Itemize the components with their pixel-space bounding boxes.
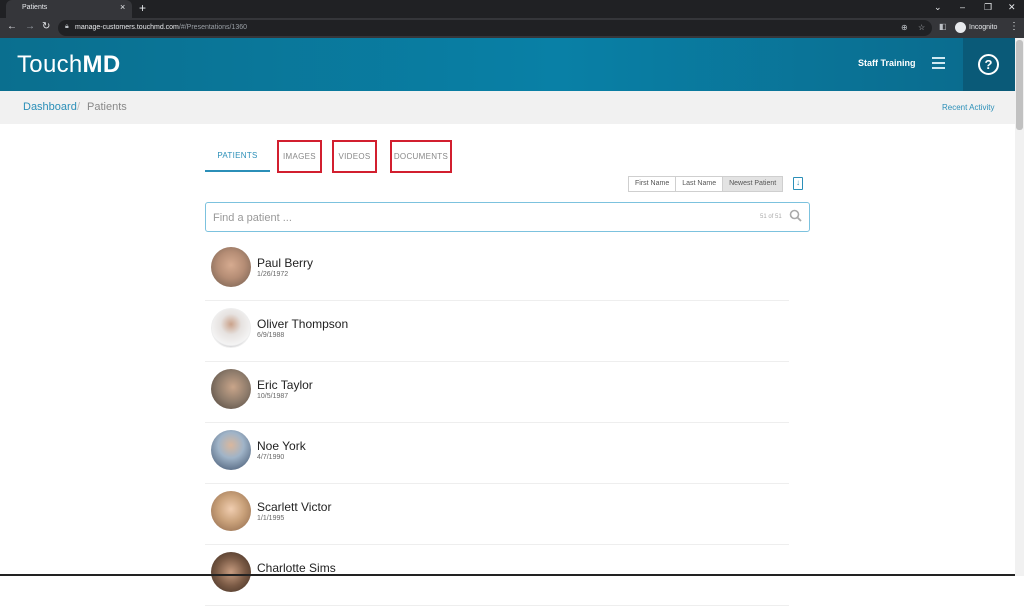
avatar [211, 552, 251, 592]
tab-search-icon[interactable]: ⌄ [934, 2, 942, 13]
app-header: TouchMD Staff Training ? [0, 38, 1015, 91]
patient-name: Charlotte Sims [257, 561, 336, 575]
content-tabs: PATIENTS IMAGES VIDEOS DOCUMENTS [205, 140, 465, 173]
search-icon[interactable] [789, 209, 802, 222]
tab-documents[interactable]: DOCUMENTS [390, 140, 452, 173]
incognito-label: Incognito [969, 24, 998, 31]
avatar [211, 491, 251, 531]
sort-newest-patient-button[interactable]: Newest Patient [723, 176, 784, 192]
close-tab-icon[interactable]: × [120, 2, 125, 12]
tab-images[interactable]: IMAGES [277, 140, 322, 173]
browser-tab-strip: Patients × + ⌄ – ❐ ✕ [0, 0, 1024, 18]
list-item[interactable]: Eric Taylor 10/5/1987 [205, 362, 789, 423]
breadcrumb: Dashboard / Patients Recent Activity [0, 91, 1015, 124]
avatar [211, 369, 251, 409]
patient-dob: 1/26/1972 [257, 271, 289, 278]
help-button[interactable]: ? [963, 38, 1015, 91]
patient-dob: 10/5/1987 [257, 393, 289, 400]
minimize-icon[interactable]: – [960, 2, 965, 12]
tab-videos[interactable]: VIDEOS [332, 140, 377, 173]
forward-icon[interactable]: → [25, 21, 35, 32]
breadcrumb-current: Patients [87, 101, 127, 113]
avatar [211, 430, 251, 470]
reload-icon[interactable]: ↻ [42, 21, 50, 32]
incognito-icon[interactable] [955, 22, 966, 33]
avatar [211, 308, 251, 348]
patient-name: Noe York [257, 439, 306, 453]
lock-icon: 🔒︎ [65, 23, 69, 30]
patient-list: Paul Berry 1/26/1972 Oliver Thompson 6/9… [205, 240, 789, 606]
scrollbar-thumb[interactable] [1016, 40, 1023, 130]
sort-last-name-button[interactable]: Last Name [676, 176, 724, 192]
list-item[interactable]: Scarlett Victor 1/1/1995 [205, 484, 789, 545]
browser-tab-title: Patients [22, 4, 48, 11]
browser-menu-icon[interactable]: ⋮ [1009, 21, 1019, 32]
list-item[interactable]: Paul Berry 1/26/1972 [205, 240, 789, 301]
breadcrumb-separator: / [77, 101, 81, 113]
recent-activity-link[interactable]: Recent Activity [942, 103, 994, 112]
help-icon: ? [978, 54, 999, 75]
side-panel-icon[interactable]: ◧ [939, 22, 947, 31]
list-item[interactable]: Noe York 4/7/1990 [205, 423, 789, 484]
user-menu-label[interactable]: Staff Training [858, 58, 916, 68]
sort-first-name-button[interactable]: First Name [628, 176, 677, 192]
patient-name: Scarlett Victor [257, 500, 332, 514]
list-item[interactable]: Oliver Thompson 6/9/1988 [205, 301, 789, 362]
new-tab-icon[interactable]: + [139, 1, 146, 15]
restore-icon[interactable]: ❐ [984, 2, 992, 13]
hamburger-menu-icon[interactable] [932, 57, 945, 69]
patient-search-box: 51 of 51 [205, 202, 810, 232]
tab-patients[interactable]: PATIENTS [205, 140, 270, 172]
touchmd-logo[interactable]: TouchMD [17, 51, 120, 79]
export-document-icon[interactable]: ↓ [793, 177, 803, 190]
sort-button-group: First Name Last Name Newest Patient [628, 176, 784, 192]
result-count: 51 of 51 [760, 214, 782, 220]
address-bar[interactable]: 🔒︎ manage-customers.touchmd.com/#/Presen… [58, 20, 932, 36]
browser-tab[interactable]: Patients × [6, 0, 132, 18]
breadcrumb-dashboard-link[interactable]: Dashboard [23, 101, 77, 113]
bookmark-star-icon[interactable]: ☆ [918, 23, 925, 32]
patient-dob: 6/9/1988 [257, 332, 285, 339]
patient-dob: 1/1/1995 [257, 515, 285, 522]
avatar [211, 247, 251, 287]
patient-dob: 4/7/1990 [257, 454, 285, 461]
browser-toolbar: ← → ↻ 🔒︎ manage-customers.touchmd.com/#/… [0, 18, 1024, 38]
patient-name: Oliver Thompson [257, 317, 349, 331]
search-input[interactable] [213, 209, 713, 226]
close-window-icon[interactable]: ✕ [1008, 2, 1016, 13]
zoom-icon[interactable]: ⊕ [901, 23, 908, 32]
patient-name: Eric Taylor [257, 378, 313, 392]
url-text: manage-customers.touchmd.com/#/Presentat… [75, 24, 247, 31]
patient-name: Paul Berry [257, 256, 314, 270]
back-icon[interactable]: ← [7, 21, 17, 32]
